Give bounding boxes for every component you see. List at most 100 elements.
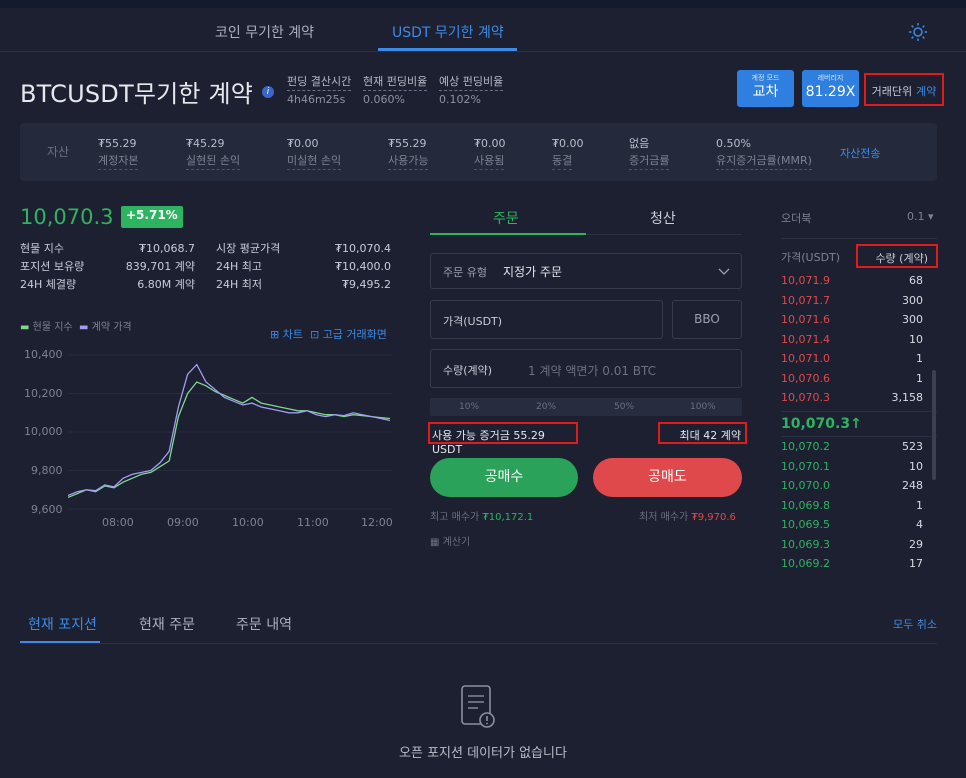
tab-current-positions[interactable]: 현재 포지션 (28, 614, 97, 634)
price-change-badge: +5.71% (121, 206, 183, 228)
order-type-select[interactable]: 주문 유형 지정가 주문 (430, 253, 742, 289)
funding-rate-expected-label: 예상 펀딩비율 (439, 73, 504, 91)
ask-price: 10,071.4 (781, 333, 830, 346)
stat-24h-high-label: 24H 최고 (216, 260, 263, 273)
bid-qty: 248 (902, 479, 923, 492)
cancel-all-button[interactable]: 모두 취소 (893, 616, 937, 632)
top-strip (0, 0, 966, 8)
ask-row[interactable]: 10,070.3 3,158 (781, 391, 923, 409)
advanced-trading-link[interactable]: 고급 거래화면 (323, 328, 387, 341)
position-tab-indicator (20, 641, 100, 643)
bid-row[interactable]: 10,069.8 1 (781, 499, 923, 517)
stat-open-interest-value: 839,701 계약 (125, 260, 195, 273)
funding-rate-current: 현재 펀딩비율 0.060% (363, 73, 428, 108)
ask-qty: 10 (909, 333, 923, 346)
bbo-button[interactable]: BBO (672, 300, 742, 339)
funding-rate-expected-value: 0.102% (439, 93, 481, 106)
orderbook-col-price: 가격(USDT) (781, 251, 841, 264)
x-tick-label: 10:00 (232, 516, 264, 529)
best-ask-value: ₮9,970.6 (691, 512, 736, 523)
orderbook-scrollbar[interactable] (932, 370, 936, 480)
bid-qty: 29 (909, 538, 923, 551)
legend-spot-label: 현물 지수 (32, 322, 73, 333)
asset-key: 실현된 손익 (186, 152, 241, 170)
funding-rate-expected: 예상 펀딩비율 0.102% (439, 73, 504, 108)
stat-spot-index-value: ₮10,068.7 (139, 242, 195, 255)
calculator[interactable]: ▦ 계산기 (430, 533, 470, 548)
stat-mark-price-value: ₮10,070.4 (335, 242, 391, 255)
ask-row[interactable]: 10,071.9 68 (781, 274, 923, 292)
ask-row[interactable]: 10,070.6 1 (781, 372, 923, 390)
tab-close-position[interactable]: 청산 (650, 208, 676, 228)
tab-order-history[interactable]: 주문 내역 (236, 614, 292, 634)
advanced-trading-icon[interactable]: ⊡ (310, 328, 319, 341)
chart-link[interactable]: 차트 (283, 328, 303, 341)
funding-time-label: 펀딩 결산시간 (287, 73, 352, 91)
available-margin: 사용 가능 증거금 55.29 USDT (428, 422, 578, 456)
ask-price: 10,071.9 (781, 274, 830, 287)
caret-down-icon: ▾ (928, 210, 934, 223)
ask-price: 10,071.0 (781, 352, 830, 365)
asset-value: 없음 (629, 137, 650, 150)
account-mode-button[interactable]: 계정 모드 교차 (737, 70, 794, 107)
position-tabs: 현재 포지션 현재 주문 주문 내역 모두 취소 (20, 614, 937, 644)
chart-icon[interactable]: ⊞ (270, 328, 279, 341)
asset-transfer-link[interactable]: 자산전송 (840, 145, 880, 161)
slider-tick-50[interactable]: 50% (614, 402, 634, 412)
orderbook-depth-select[interactable]: 0.1 ▾ (907, 210, 934, 223)
ask-row[interactable]: 10,071.6 300 (781, 313, 923, 331)
asset-realized-pnl: ₮45.29 실현된 손익 (186, 135, 241, 170)
bid-qty: 1 (916, 499, 923, 512)
calculator-label[interactable]: 계산기 (443, 537, 471, 548)
ask-row[interactable]: 10,071.0 1 (781, 352, 923, 370)
ask-row[interactable]: 10,071.4 10 (781, 333, 923, 351)
calculator-icon[interactable]: ▦ (430, 537, 439, 548)
leverage-button[interactable]: 레버리지 81.29X (802, 70, 859, 107)
bid-row[interactable]: 10,069.3 29 (781, 538, 923, 556)
stat-24h-volume-label: 24H 체결량 (20, 278, 77, 291)
bid-price: 10,069.3 (781, 538, 830, 551)
stat-24h-low-label: 24H 최저 (216, 278, 263, 291)
price-input[interactable]: 가격(USDT) (430, 300, 663, 339)
quantity-slider[interactable]: 10% 20% 50% 100% (430, 398, 742, 416)
slider-tick-100[interactable]: 100% (690, 402, 716, 412)
best-ask-label: 최저 매수가 (639, 512, 689, 523)
ask-price: 10,071.6 (781, 313, 830, 326)
funding-time: 펀딩 결산시간 4h46m25s (287, 73, 352, 108)
asset-value: ₮0.00 (474, 137, 506, 150)
orderbook-title: 오더북 (781, 212, 812, 225)
asset-used: ₮0.00 사용됨 (474, 135, 506, 170)
trading-unit-toggle[interactable]: 거래단위 계약 (864, 73, 944, 106)
bid-row[interactable]: 10,069.2 17 (781, 557, 923, 575)
asset-key: 계정자본 (98, 152, 139, 170)
open-long-button[interactable]: 공매수 (430, 458, 578, 497)
bid-row[interactable]: 10,070.1 10 (781, 460, 923, 478)
asset-margin-ratio: 없음 증거금률 (629, 135, 670, 170)
asset-label: 자산 (47, 145, 70, 159)
ask-row[interactable]: 10,071.7 300 (781, 294, 923, 312)
info-icon[interactable]: i (262, 86, 274, 98)
quantity-input[interactable]: 수량(계약) 1 계약 액면가 0.01 BTC (430, 349, 742, 388)
bid-row[interactable]: 10,070.2 523 (781, 440, 923, 458)
asset-key: 사용가능 (388, 152, 429, 170)
orderbook-mid-divider (781, 436, 937, 437)
order-tabs: 주문 청산 (430, 208, 742, 236)
price-chart[interactable] (68, 345, 392, 515)
tab-coin-futures[interactable]: 코인 무기한 계약 (215, 22, 314, 42)
slider-tick-20[interactable]: 20% (536, 402, 556, 412)
bid-price: 10,070.0 (781, 479, 830, 492)
slider-tick-10[interactable]: 10% (459, 402, 479, 412)
x-tick-label: 11:00 (297, 516, 329, 529)
open-short-button[interactable]: 공매도 (593, 458, 742, 497)
trading-unit-value[interactable]: 계약 (916, 85, 936, 98)
bid-row[interactable]: 10,069.5 4 (781, 518, 923, 536)
empty-document-icon (461, 685, 495, 728)
tab-order[interactable]: 주문 (493, 208, 519, 228)
bid-row[interactable]: 10,070.0 248 (781, 479, 923, 497)
tab-current-orders[interactable]: 현재 주문 (139, 614, 195, 634)
sun-icon[interactable] (908, 22, 928, 42)
bid-qty: 17 (909, 557, 923, 570)
x-tick-label: 08:00 (102, 516, 134, 529)
legend-spot-swatch: ▬ (20, 322, 30, 333)
tab-usdt-futures[interactable]: USDT 무기한 계약 (392, 22, 504, 42)
